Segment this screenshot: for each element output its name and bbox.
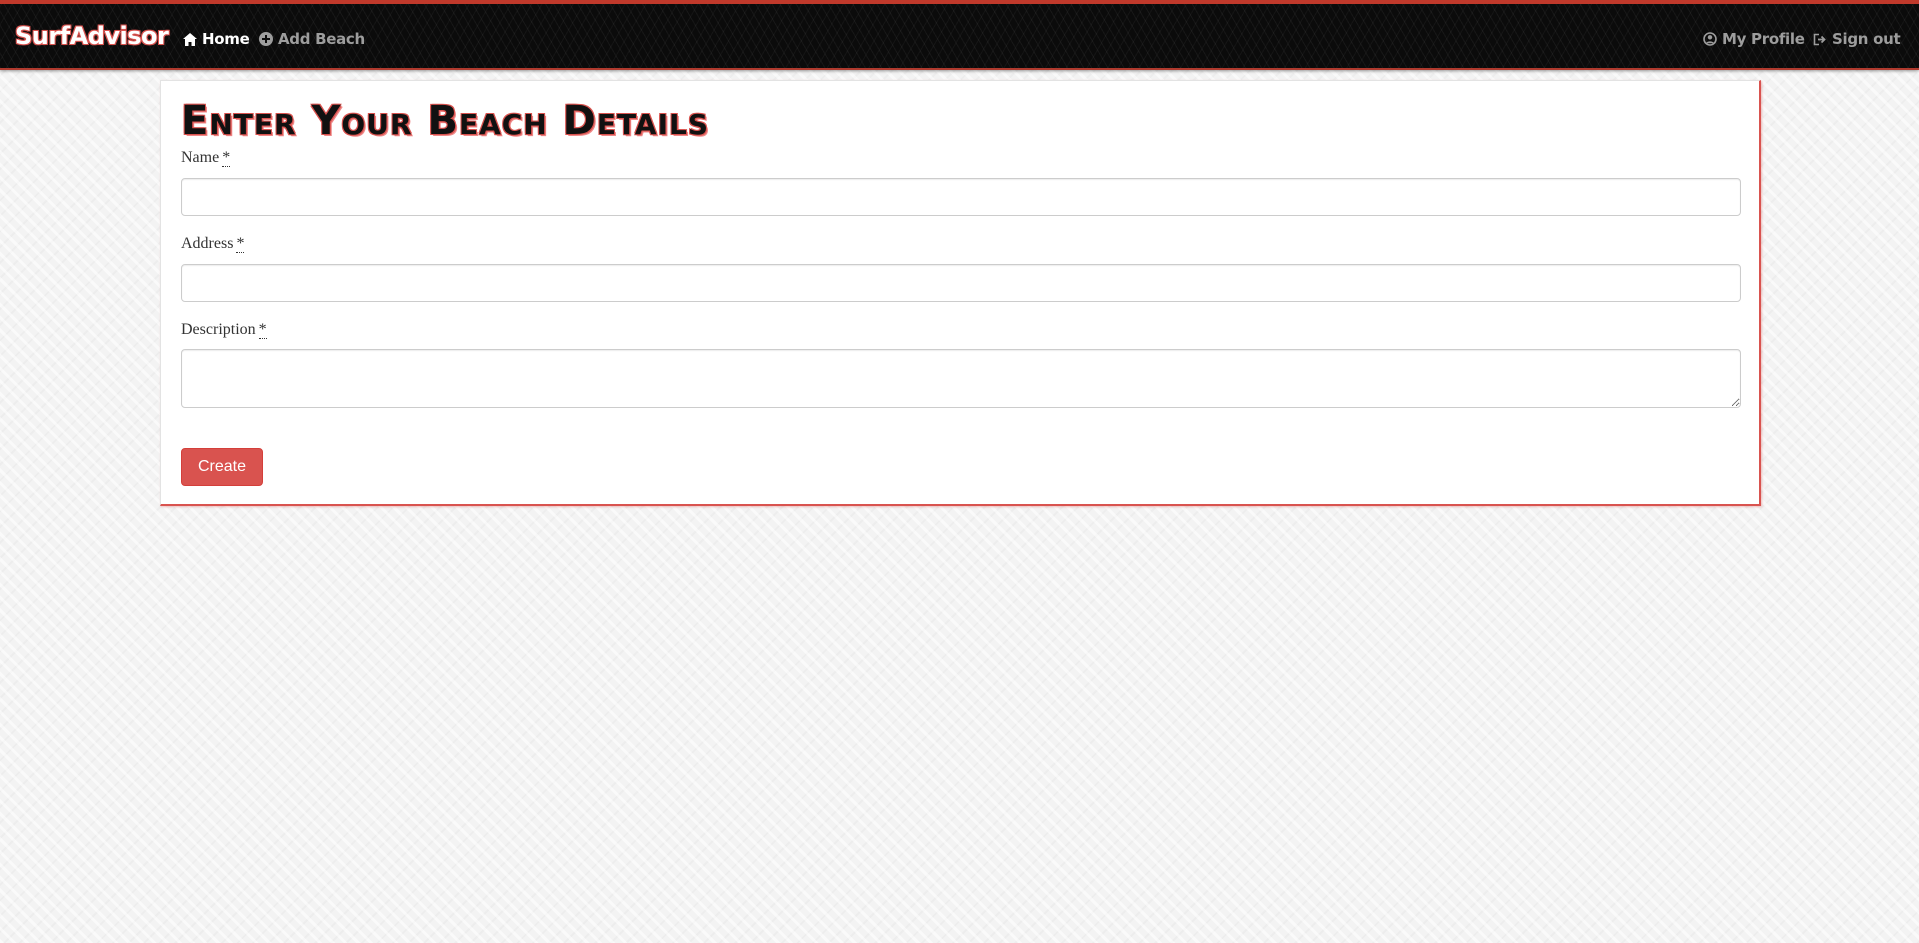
address-label: Address * xyxy=(181,235,245,253)
create-button[interactable]: Create xyxy=(181,448,263,486)
beach-form-card: Enter Your Beach Details Name * Address * … xyxy=(160,80,1761,506)
description-label-text: Description xyxy=(181,321,256,338)
home-icon xyxy=(183,32,197,46)
page-title: Enter Your Beach Details xyxy=(181,98,710,144)
nav-add-beach-link[interactable]: Add Beach xyxy=(259,30,365,48)
required-marker: * xyxy=(258,321,267,339)
required-marker: * xyxy=(222,149,231,167)
nav-home-link[interactable]: Home xyxy=(183,30,250,48)
address-label-text: Address xyxy=(181,235,234,252)
nav-my-profile-label: My Profile xyxy=(1722,30,1805,48)
name-label-text: Name xyxy=(181,149,220,166)
nav-home-label: Home xyxy=(202,30,250,48)
description-textarea[interactable] xyxy=(181,349,1741,408)
navbar: SurfAdvisor Home Add Beach My Profile Si… xyxy=(0,0,1919,70)
nav-my-profile-link[interactable]: My Profile xyxy=(1703,30,1805,48)
sign-out-icon xyxy=(1813,33,1827,46)
name-input[interactable] xyxy=(181,178,1741,216)
nav-sign-out-label: Sign out xyxy=(1832,30,1901,48)
nav-add-beach-label: Add Beach xyxy=(278,30,365,48)
address-input[interactable] xyxy=(181,264,1741,302)
name-label: Name * xyxy=(181,149,231,167)
required-marker: * xyxy=(236,235,245,253)
brand-logo[interactable]: SurfAdvisor xyxy=(15,22,169,50)
plus-circle-icon xyxy=(259,32,273,46)
description-label: Description * xyxy=(181,321,267,339)
nav-sign-out-link[interactable]: Sign out xyxy=(1813,30,1901,48)
user-circle-icon xyxy=(1703,32,1717,46)
